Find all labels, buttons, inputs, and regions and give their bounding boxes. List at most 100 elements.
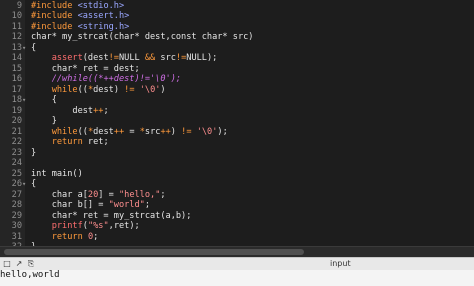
line-number: 19	[11, 105, 22, 116]
code-token: //while((*++dest)!='\0');	[51, 74, 182, 84]
code-line[interactable]: 15 char* ret = dest;	[0, 64, 474, 75]
code-token: ++	[113, 126, 125, 137]
fold-toggle-icon[interactable]: ▾	[22, 179, 28, 190]
line-number: 26	[11, 179, 22, 189]
code-line[interactable]: 9 #include <stdio.h>	[0, 1, 474, 12]
code-token: ;	[160, 189, 166, 200]
code-line[interactable]: 13 ▾{	[0, 43, 474, 54]
code-token: !=	[181, 126, 192, 137]
code-token: "hello,"	[118, 189, 161, 200]
code-text: while((*dest++ = *src++) != '\0');	[31, 127, 228, 138]
code-token: #include	[31, 11, 78, 21]
fold-toggle-icon[interactable]: ▾	[22, 43, 28, 54]
code-token: !=	[175, 53, 187, 63]
code-token: char* ret = dest;	[31, 63, 140, 74]
code-line[interactable]: 18 ▾ {	[0, 95, 474, 106]
code-line[interactable]: 24	[0, 158, 474, 169]
line-number: 17	[11, 84, 22, 95]
code-token: <string.h>	[77, 21, 130, 32]
code-line[interactable]: 10 #include <assert.h>	[0, 11, 474, 22]
code-text: return 0;	[31, 231, 99, 243]
code-text: return ret;	[31, 137, 109, 148]
console-toolbar: □ ↗ ⎘ input	[0, 257, 474, 271]
line-number: 31	[11, 231, 22, 242]
collapse-icon[interactable]: ↗	[14, 259, 24, 269]
code-token: 20	[87, 189, 99, 200]
line-number: 10	[11, 11, 22, 21]
code-line[interactable]: 27 char a[20] = "hello,";	[0, 190, 474, 201]
code-token: NULL);	[186, 53, 218, 63]
code-line[interactable]: 22 return ret;	[0, 137, 474, 148]
code-line[interactable]: 31 return 0;	[0, 232, 474, 243]
code-token: ++	[93, 105, 104, 116]
code-text: #include <string.h>	[31, 22, 129, 33]
code-token: &&	[144, 53, 156, 63]
code-token: printf	[51, 221, 83, 231]
code-token: '\0'	[139, 84, 161, 95]
code-line[interactable]: 23}	[0, 148, 474, 159]
code-line[interactable]: 25 int main()	[0, 169, 474, 180]
expand-icon[interactable]: □	[2, 259, 12, 269]
output-text: hello,world	[0, 270, 60, 280]
fold-toggle-icon[interactable]: ▾	[22, 95, 28, 106]
code-text: {	[31, 95, 57, 106]
code-text: {	[31, 43, 36, 54]
code-line[interactable]: 12 char* my_strcat(char* dest,const char*…	[0, 32, 474, 43]
code-token: <assert.h>	[77, 11, 130, 21]
code-token: ++	[160, 126, 171, 137]
scrollbar-thumb[interactable]	[4, 249, 304, 255]
code-line[interactable]: 29 char* ret = my_strcat(a,b);	[0, 211, 474, 222]
line-number: 30	[11, 221, 22, 231]
code-token: ;	[93, 231, 99, 242]
code-line[interactable]: 28 char b[] = "world";	[0, 200, 474, 211]
code-token: ((	[77, 126, 88, 137]
code-line[interactable]: 20 }	[0, 116, 474, 127]
code-token: !=	[108, 53, 119, 63]
code-token: src	[144, 126, 161, 137]
input-tab-label[interactable]: input	[330, 258, 351, 270]
code-token: while	[51, 126, 78, 137]
code-line[interactable]: 11 #include <string.h>	[0, 22, 474, 33]
code-editor[interactable]: 9 #include <stdio.h> 10 #include <assert.h>…	[0, 0, 474, 246]
code-line[interactable]: 16 //while((*++dest)!='\0');	[0, 74, 474, 85]
code-text: while((*dest) != '\0')	[31, 85, 166, 96]
code-token: {	[31, 179, 37, 189]
code-line[interactable]: 30 printf("%s",ret);	[0, 221, 474, 232]
copy-icon[interactable]: ⎘	[26, 259, 36, 269]
code-token: ,ret);	[108, 221, 140, 231]
line-number: 27	[11, 189, 22, 200]
line-number: 21	[11, 126, 22, 137]
code-token: );	[217, 126, 228, 137]
code-token: }	[31, 147, 37, 158]
line-number: 22	[11, 137, 22, 147]
code-text: }	[31, 116, 57, 127]
code-token: "world"	[108, 200, 145, 210]
code-line[interactable]: 19 dest++;	[0, 106, 474, 117]
code-token: '\0'	[196, 126, 218, 137]
code-token: dest	[93, 126, 114, 137]
code-line[interactable]: 21 while((*dest++ = *src++) != '\0');	[0, 127, 474, 138]
code-token: )	[160, 84, 166, 95]
line-number: 15	[11, 63, 22, 74]
code-line[interactable]: 26 ▾{	[0, 179, 474, 190]
code-text: dest++;	[31, 105, 109, 117]
code-line[interactable]: 14 assert(dest!=NULL && src!=NULL);	[0, 53, 474, 64]
code-token: #include	[31, 0, 78, 11]
code-text: printf("%s",ret);	[31, 221, 140, 232]
code-token: ret;	[82, 137, 109, 147]
horizontal-scrollbar[interactable]	[0, 246, 474, 257]
code-token: int main()	[31, 168, 83, 179]
line-number: 9	[16, 0, 22, 11]
code-token: ;	[103, 105, 109, 116]
code-text: char a[20] = "hello,";	[31, 190, 166, 201]
code-line[interactable]: 17 while((*dest) != '\0')	[0, 85, 474, 96]
code-text: {	[31, 179, 36, 190]
code-text: #include <stdio.h>	[31, 1, 124, 12]
line-number: 18	[11, 95, 22, 105]
code-token: dest	[31, 105, 94, 116]
code-token: NULL	[118, 53, 145, 63]
